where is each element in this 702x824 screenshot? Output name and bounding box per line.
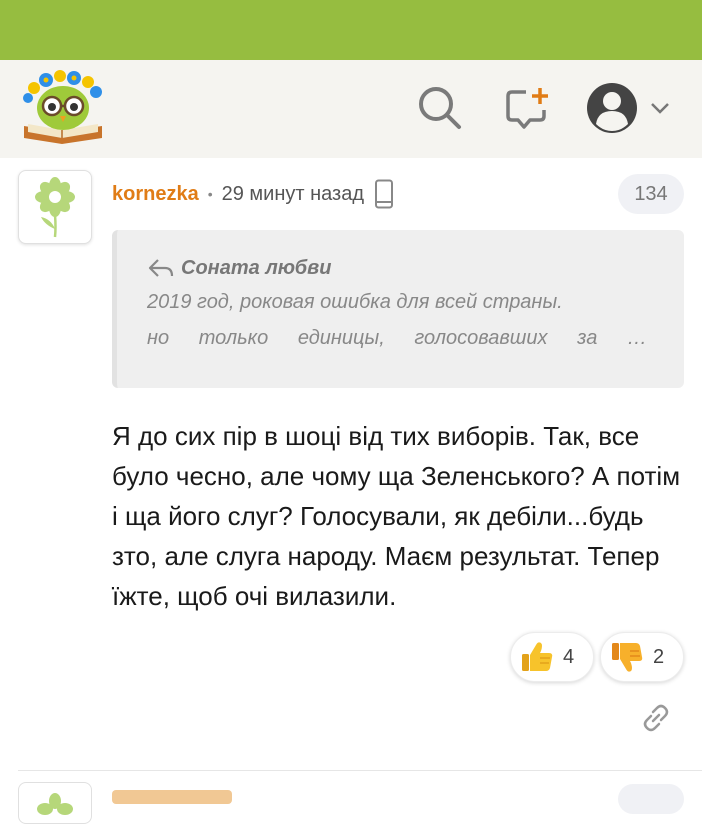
like-button[interactable]: 4 [510, 632, 594, 682]
user-avatar[interactable] [18, 170, 92, 244]
thumbs-down-icon [612, 643, 643, 672]
comment-number-badge[interactable]: 134 [618, 174, 684, 214]
share-link-button[interactable] [638, 700, 674, 736]
dislike-button[interactable]: 2 [600, 632, 684, 682]
flower-avatar-icon [37, 793, 73, 815]
comment-time: 29 минут назад [221, 182, 365, 205]
next-comment-avatar[interactable] [18, 782, 92, 824]
site-header [0, 60, 702, 159]
next-comment-author[interactable] [112, 790, 232, 804]
author-name[interactable]: kornezka [112, 183, 199, 206]
link-icon [643, 704, 669, 732]
comment-card: kornezka • 29 минут назад 134 Соната люб… [0, 158, 702, 768]
reply-arrow-icon [148, 259, 174, 277]
quote-word: за [577, 327, 598, 349]
profile-menu[interactable] [582, 80, 674, 136]
quote-author: Соната любви [181, 256, 332, 279]
like-count: 4 [563, 645, 575, 668]
quote-word: голосовавших [414, 327, 548, 349]
meta-separator: • [207, 186, 213, 202]
profile-avatar-icon [587, 83, 637, 133]
site-logo[interactable] [20, 70, 106, 146]
quote-text-line2: но только единицы, голосовавших за … [147, 320, 647, 356]
top-accent-bar [0, 0, 702, 60]
new-post-button[interactable] [498, 80, 554, 136]
mobile-phone-icon [374, 179, 394, 209]
quoted-comment[interactable]: Соната любви 2019 год, роковая ошибка дл… [112, 230, 684, 388]
chevron-down-icon [651, 103, 669, 114]
comment-meta: kornezka • 29 минут назад [112, 179, 394, 209]
quote-header: Соната любви [147, 252, 654, 284]
quote-word: единицы, [297, 327, 385, 349]
comment-divider [18, 770, 702, 771]
comment-text: Я до сих пір в шоці від тих виборів. Так… [112, 421, 681, 611]
thumbs-up-icon [522, 642, 553, 671]
dislike-count: 2 [653, 645, 665, 668]
quote-word: но [147, 327, 170, 349]
search-button[interactable] [412, 80, 468, 136]
quote-text-line1: 2019 год, роковая ошибка для всей страны… [147, 291, 563, 313]
quote-word: только [198, 327, 269, 349]
next-comment-number-badge[interactable] [618, 784, 684, 814]
new-post-icon [506, 88, 548, 129]
quote-ellipsis: … [626, 327, 647, 349]
search-icon [419, 87, 461, 129]
flower-avatar-icon [35, 177, 75, 238]
